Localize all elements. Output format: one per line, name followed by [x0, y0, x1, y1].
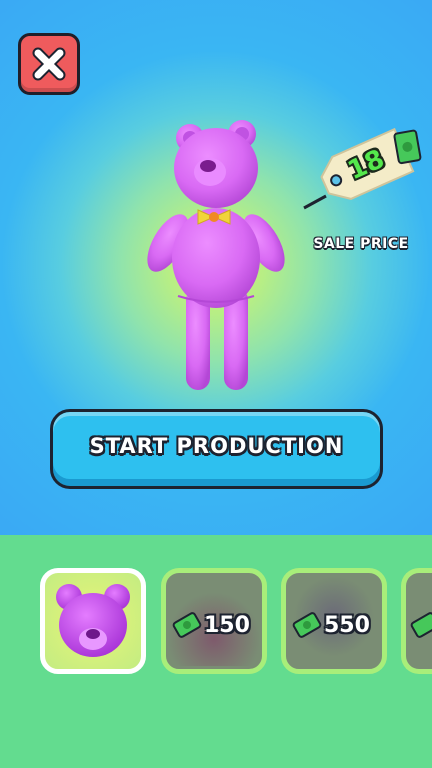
- cash-icon: [393, 129, 422, 165]
- sale-price-label: SALE PRICE: [313, 236, 409, 252]
- cash-icon: [292, 612, 322, 638]
- close-icon: [32, 47, 66, 81]
- item-price-value: 150: [204, 612, 250, 638]
- teddy-bear-head-icon: [56, 584, 130, 657]
- shop-item-locked[interactable]: 550: [281, 568, 387, 674]
- close-button[interactable]: [18, 33, 80, 95]
- shop-item-locked[interactable]: [401, 568, 432, 674]
- shop-item-locked[interactable]: 150: [161, 568, 267, 674]
- teddy-bear-model: [147, 120, 285, 390]
- shop-item-teddy-bear[interactable]: [40, 568, 146, 674]
- start-production-button[interactable]: START PRODUCTION: [50, 409, 383, 489]
- start-production-label: START PRODUCTION: [89, 434, 344, 458]
- item-price-value: 550: [324, 612, 370, 638]
- cash-icon: [172, 612, 202, 638]
- item-price: 550: [292, 610, 370, 640]
- item-price: 150: [172, 610, 250, 640]
- game-scene: 18 SALE PRICE START PRODUCTION: [0, 0, 432, 535]
- cash-icon: [410, 612, 432, 638]
